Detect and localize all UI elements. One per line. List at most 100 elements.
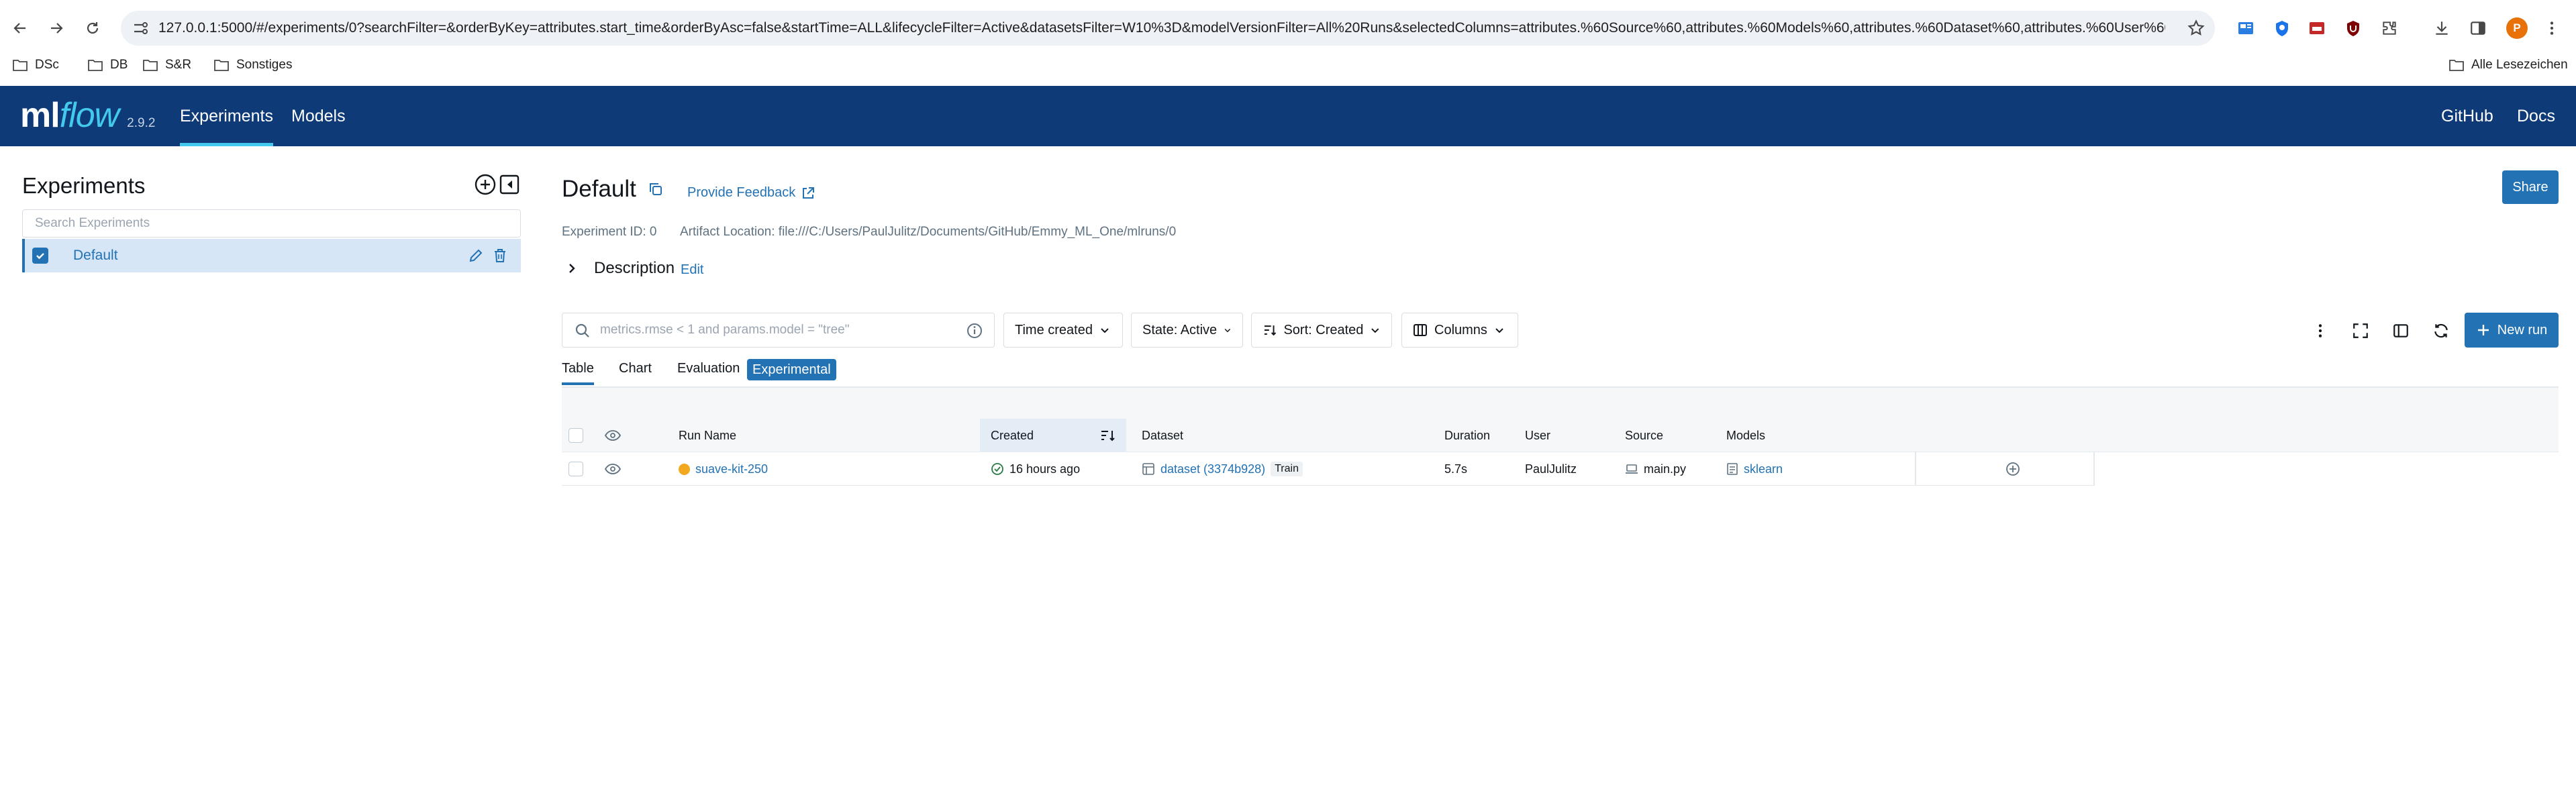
artifact-location: Artifact Location: file:///C:/Users/Paul… xyxy=(680,225,1177,239)
column-header-source[interactable]: Source xyxy=(1625,419,1663,452)
columns-icon xyxy=(1414,324,1427,336)
bookmark-label: S&R xyxy=(165,58,192,72)
docs-link[interactable]: Docs xyxy=(2517,86,2555,146)
nav-experiments[interactable]: Experiments xyxy=(180,86,273,146)
visibility-header[interactable] xyxy=(605,419,621,452)
bookmark-label: DB xyxy=(110,58,128,72)
bookmark-db[interactable]: DB xyxy=(87,54,128,76)
experiment-name[interactable]: Default xyxy=(73,239,118,272)
address-bar[interactable]: 127.0.0.1:5000/#/experiments/0?searchFil… xyxy=(121,11,2215,46)
github-link[interactable]: GitHub xyxy=(2441,86,2493,146)
state-dropdown[interactable]: State: Active xyxy=(1131,313,1243,348)
collapse-sidebar-icon[interactable] xyxy=(499,174,519,195)
edit-pencil-icon[interactable] xyxy=(468,248,484,264)
run-search-input[interactable]: metrics.rmse < 1 and params.model = "tre… xyxy=(562,313,995,348)
logo-flow-text: flow xyxy=(59,96,119,135)
eye-icon xyxy=(605,464,621,474)
refresh-button[interactable] xyxy=(2431,321,2451,341)
more-options-button[interactable] xyxy=(2310,321,2330,341)
table-row[interactable]: suave-kit-250 16 hours ago dataset (3374… xyxy=(562,452,2095,486)
description-toggle[interactable]: Description xyxy=(594,259,675,278)
new-run-button[interactable]: New run xyxy=(2465,313,2559,348)
add-column-cell[interactable] xyxy=(2005,452,2021,486)
site-info-icon[interactable] xyxy=(132,19,149,37)
chevron-right-icon[interactable] xyxy=(565,262,579,275)
column-header-models[interactable]: Models xyxy=(1726,419,1765,452)
sort-label: Sort: Created xyxy=(1283,322,1364,337)
forward-button[interactable] xyxy=(42,13,71,43)
column-header-duration[interactable]: Duration xyxy=(1444,419,1490,452)
tab-table[interactable]: Table xyxy=(562,361,594,376)
info-icon[interactable] xyxy=(966,322,983,339)
back-button[interactable] xyxy=(5,13,35,43)
add-experiment-icon[interactable] xyxy=(474,173,497,196)
extension-gif-button[interactable] xyxy=(2303,15,2330,42)
sort-dropdown[interactable]: Sort: Created xyxy=(1251,313,1392,348)
profile-button[interactable]: P xyxy=(2504,15,2530,42)
columns-dropdown[interactable]: Columns xyxy=(1401,313,1518,348)
column-header-run-name[interactable]: Run Name xyxy=(679,419,736,452)
tab-experimental[interactable]: Experimental xyxy=(747,359,836,380)
reload-button[interactable] xyxy=(78,13,107,43)
provide-feedback-label: Provide Feedback xyxy=(687,185,796,200)
experiment-list-item[interactable]: Default xyxy=(22,239,521,272)
experiment-search-input[interactable]: Search Experiments xyxy=(22,209,521,238)
provide-feedback-link[interactable]: Provide Feedback xyxy=(687,185,815,201)
trash-icon[interactable] xyxy=(493,248,507,264)
chevron-down-icon xyxy=(1224,328,1231,333)
user-cell: PaulJulitz xyxy=(1525,452,1577,486)
nav-models[interactable]: Models xyxy=(291,86,346,146)
dataset-cell[interactable]: dataset (3374b928) Train xyxy=(1142,452,1303,486)
run-name-link[interactable]: suave-kit-250 xyxy=(695,462,768,476)
extension-news-button[interactable] xyxy=(2232,15,2259,42)
browser-menu-button[interactable] xyxy=(2538,15,2565,42)
source-value[interactable]: main.py xyxy=(1644,462,1686,476)
model-link[interactable]: sklearn xyxy=(1744,462,1783,476)
row-visibility-toggle[interactable] xyxy=(605,452,621,486)
extension-shield-button[interactable] xyxy=(2269,15,2295,42)
share-button[interactable]: Share xyxy=(2502,170,2559,204)
copy-icon[interactable] xyxy=(648,181,664,197)
models-cell[interactable]: sklearn xyxy=(1726,452,1783,486)
description-edit-link[interactable]: Edit xyxy=(681,262,703,278)
created-cell: 16 hours ago xyxy=(991,452,1080,486)
created-value: 16 hours ago xyxy=(1009,462,1081,476)
extension-ublock-icon xyxy=(2347,21,2359,36)
column-header-created[interactable]: Created xyxy=(991,419,1034,452)
toggle-sidebar-button[interactable] xyxy=(2391,321,2411,341)
fullscreen-button[interactable] xyxy=(2350,321,2371,341)
experiment-id: Experiment ID: 0 xyxy=(562,225,657,239)
time-created-dropdown[interactable]: Time created xyxy=(1003,313,1123,348)
select-all-checkbox[interactable] xyxy=(568,428,583,443)
column-header-dataset[interactable]: Dataset xyxy=(1142,419,1183,452)
extensions-button[interactable] xyxy=(2376,15,2403,42)
add-column-icon[interactable] xyxy=(2005,461,2021,477)
bookmark-s-r[interactable]: S&R xyxy=(142,54,191,76)
run-search-placeholder: metrics.rmse < 1 and params.model = "tre… xyxy=(600,323,850,337)
side-panel-button[interactable] xyxy=(2465,15,2491,42)
select-all-checkbox-cell[interactable] xyxy=(568,419,583,452)
experiment-checkbox[interactable] xyxy=(32,248,48,264)
dataset-link[interactable]: dataset (3374b928) xyxy=(1160,462,1265,476)
tab-evaluation[interactable]: Evaluation xyxy=(677,361,740,376)
url-text[interactable]: 127.0.0.1:5000/#/experiments/0?searchFil… xyxy=(158,11,2165,46)
chevron-down-icon xyxy=(1101,328,1109,333)
downloads-button[interactable] xyxy=(2428,15,2455,42)
bookmark-sonstiges[interactable]: Sonstiges xyxy=(213,54,292,76)
extension-ublock-button[interactable] xyxy=(2340,15,2367,42)
bookmark-star-icon[interactable] xyxy=(2187,19,2206,38)
source-cell[interactable]: main.py xyxy=(1625,452,1686,486)
profile-avatar: P xyxy=(2506,17,2528,39)
column-header-user[interactable]: User xyxy=(1525,419,1550,452)
row-checkbox-cell[interactable] xyxy=(568,452,583,486)
run-name-cell[interactable]: suave-kit-250 xyxy=(679,452,768,486)
panel-icon xyxy=(2393,324,2408,337)
columns-label: Columns xyxy=(1434,322,1487,337)
tab-chart[interactable]: Chart xyxy=(619,361,652,376)
all-bookmarks[interactable]: Alle Lesezeichen xyxy=(2448,54,2568,76)
bookmark-dsc[interactable]: DSc xyxy=(12,54,59,76)
sort-desc-button[interactable] xyxy=(1100,419,1116,452)
mlflow-logo[interactable]: ml flow 2.9.2 xyxy=(20,95,155,136)
row-checkbox[interactable] xyxy=(568,462,583,476)
folder-icon xyxy=(88,60,103,71)
